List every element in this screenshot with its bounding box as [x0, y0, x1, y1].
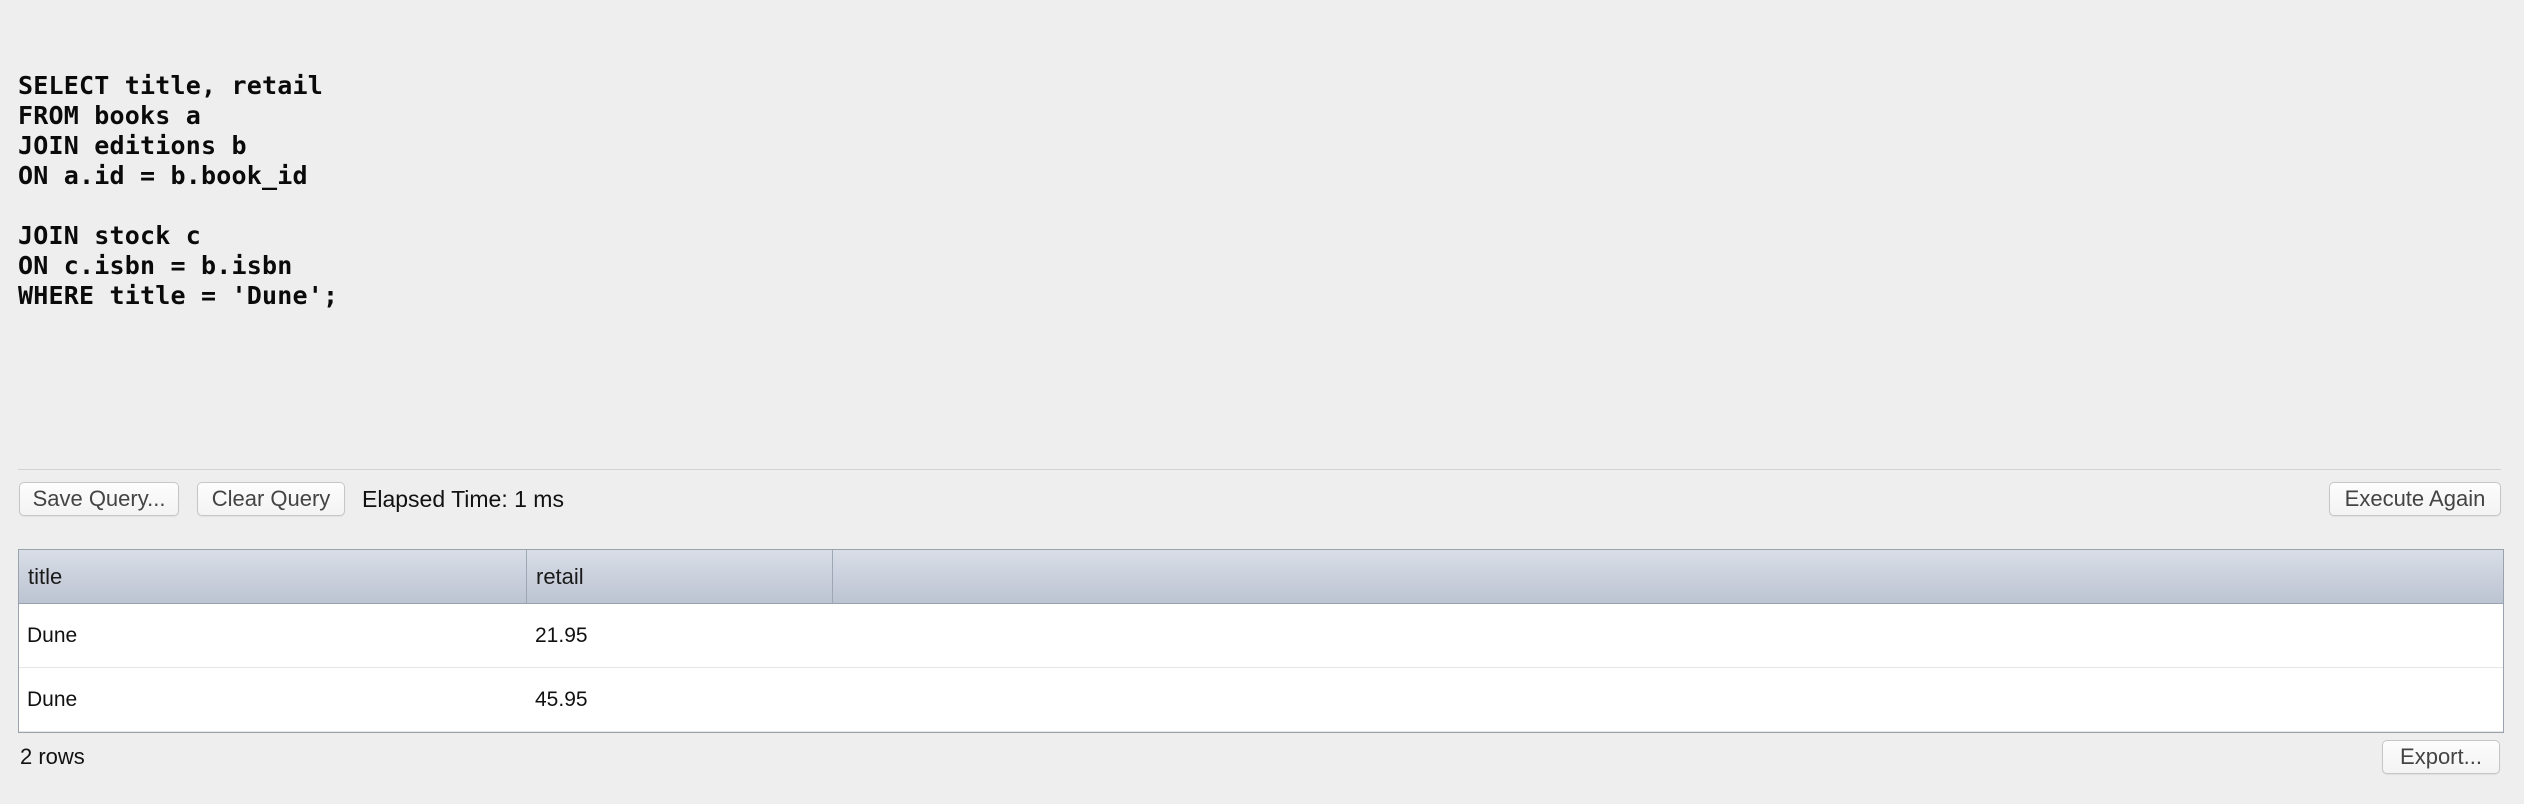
code-line: ON c.isbn = b.isbn: [18, 251, 293, 280]
table-header: title retail: [19, 550, 2503, 604]
save-query-button[interactable]: Save Query...: [19, 482, 179, 516]
code-line: JOIN stock c: [18, 221, 202, 250]
execute-again-button[interactable]: Execute Again: [2329, 482, 2501, 516]
table-cell-title: Dune: [27, 624, 78, 647]
code-line: SELECT title, retail: [18, 71, 324, 100]
clear-query-button[interactable]: Clear Query: [197, 482, 345, 516]
table-row[interactable]: Dune 45.95: [19, 668, 2503, 732]
table-cell-retail: 21.95: [535, 624, 588, 647]
code-line: FROM books a: [18, 101, 202, 130]
column-header-title[interactable]: title: [19, 550, 527, 603]
table-cell-title: Dune: [27, 688, 78, 711]
editor-divider: [18, 469, 2501, 470]
query-window: SELECT title, retail FROM books a JOIN e…: [0, 0, 2524, 804]
table-row[interactable]: Dune 21.95: [19, 604, 2503, 668]
elapsed-time-label: Elapsed Time: 1 ms: [362, 486, 564, 512]
results-table: title retail Dune 21.95 Dune 45.95: [18, 549, 2504, 733]
code-line: JOIN editions b: [18, 131, 247, 160]
column-header-retail[interactable]: retail: [527, 550, 833, 603]
export-button[interactable]: Export...: [2382, 740, 2500, 774]
sql-editor[interactable]: SELECT title, retail FROM books a JOIN e…: [0, 0, 2524, 468]
column-header-filler: [833, 550, 2503, 603]
row-count-label: 2 rows: [20, 744, 85, 769]
table-cell-retail: 45.95: [535, 688, 588, 711]
code-line: WHERE title = 'Dune';: [18, 281, 339, 310]
code-line: ON a.id = b.book_id: [18, 161, 308, 190]
